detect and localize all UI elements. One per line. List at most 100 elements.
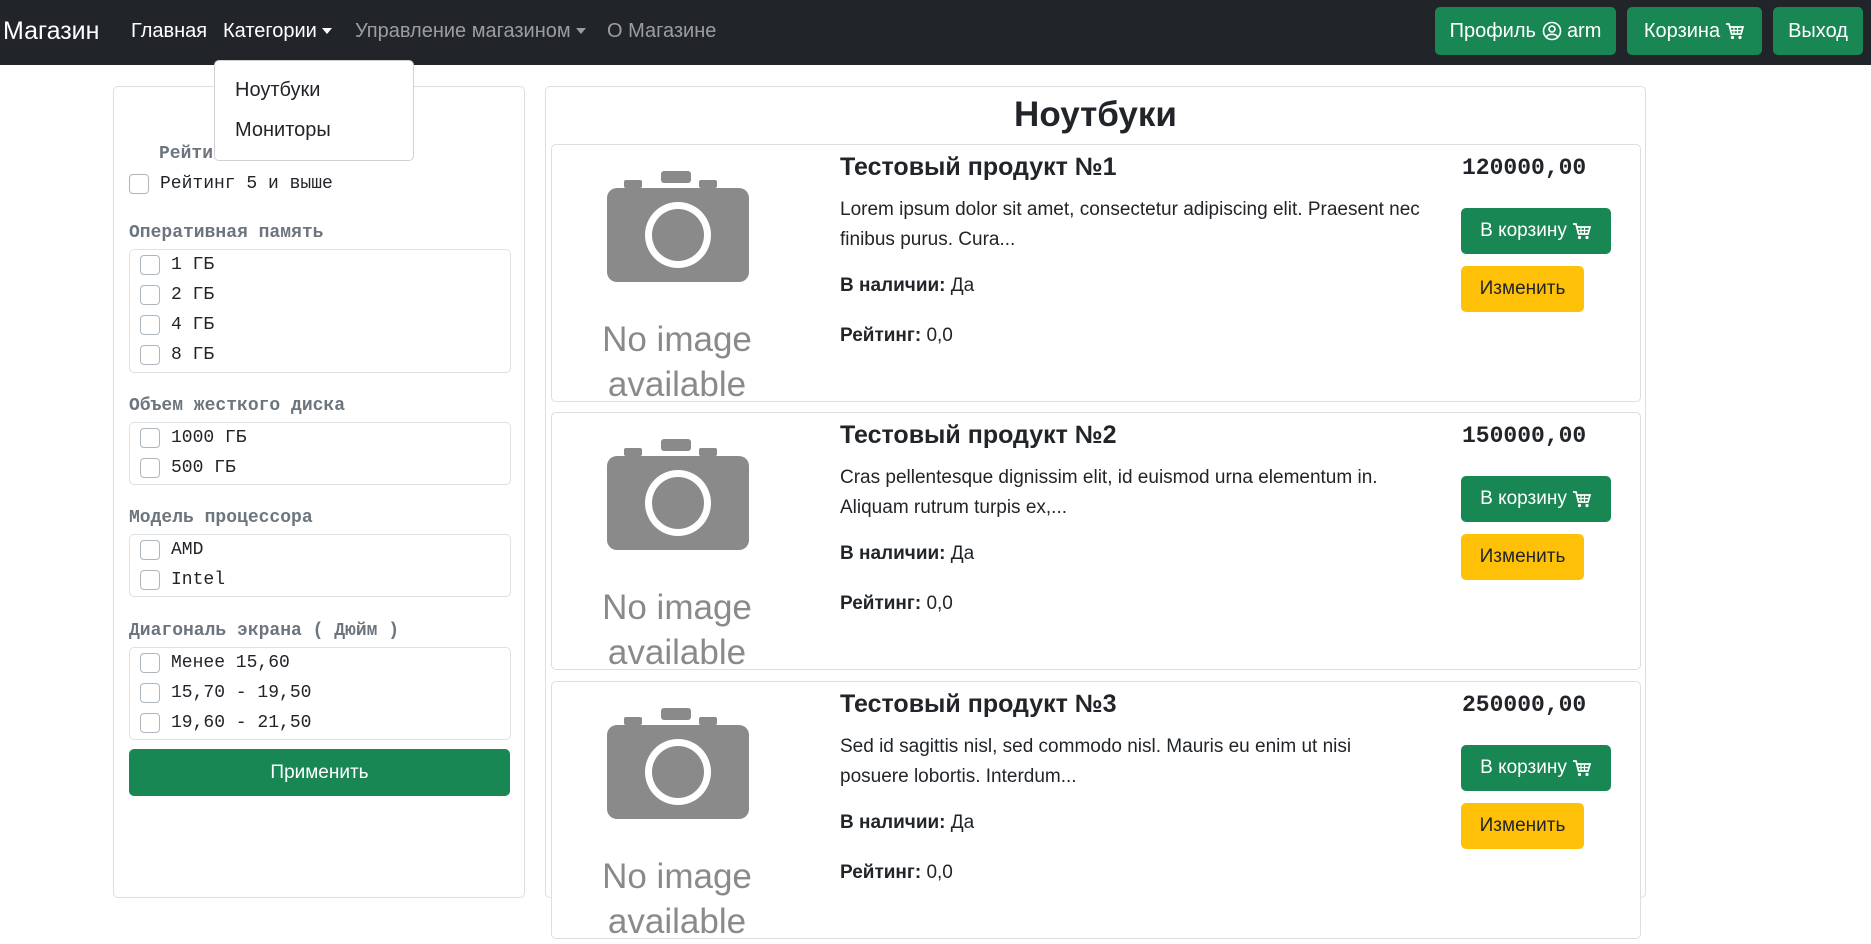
no-image-line1: No image — [602, 320, 752, 359]
filter-option-ram-8[interactable]: 8 ГБ — [140, 344, 214, 366]
nav-categories-label: Категории — [223, 20, 317, 42]
camera-icon — [607, 708, 749, 819]
camera-icon — [607, 171, 749, 282]
nav-dropdown-store-management[interactable]: Управление магазином — [355, 20, 586, 43]
checkbox[interactable] — [140, 285, 160, 305]
cart-icon — [1572, 491, 1591, 508]
filter-title-rating: Рейти — [159, 144, 214, 164]
user-circle-icon — [1542, 21, 1562, 41]
checkbox[interactable] — [140, 458, 160, 478]
filter-option-disk-1000[interactable]: 1000 ГБ — [140, 427, 247, 449]
product-availability: В наличии: Да — [840, 812, 974, 834]
nav-link-about[interactable]: О Магазине — [607, 20, 716, 43]
option-label: AMD — [171, 540, 204, 560]
filter-option-ram-4[interactable]: 4 ГБ — [140, 314, 214, 336]
filter-option-screen-1[interactable]: Менее 15,60 — [140, 652, 290, 674]
filter-option-cpu-intel[interactable]: Intel — [140, 569, 225, 591]
brand-logo[interactable]: Магазин — [3, 17, 99, 46]
product-availability: В наличии: Да — [840, 275, 974, 297]
filter-title-screen: Диагональ экрана ( Дюйм ) — [129, 621, 400, 641]
option-label: 1000 ГБ — [171, 428, 247, 448]
checkbox[interactable] — [140, 570, 160, 590]
add-to-cart-button[interactable]: В корзину — [1461, 208, 1611, 254]
filter-option-screen-2[interactable]: 15,70 - 19,50 — [140, 682, 311, 704]
checkbox[interactable] — [140, 315, 160, 335]
product-image-placeholder: No image available — [602, 435, 752, 672]
add-to-cart-button[interactable]: В корзину — [1461, 476, 1611, 522]
checkbox[interactable] — [140, 540, 160, 560]
edit-product-button[interactable]: Изменить — [1461, 266, 1584, 312]
no-image-text: No image available — [602, 854, 752, 944]
no-image-line2: available — [607, 902, 747, 941]
checkbox[interactable] — [140, 713, 160, 733]
profile-button[interactable]: Профиль arm — [1435, 7, 1616, 55]
product-name[interactable]: Тестовый продукт №1 — [840, 153, 1117, 182]
checkbox[interactable] — [140, 345, 160, 365]
edit-product-button[interactable]: Изменить — [1461, 803, 1584, 849]
availability-label: В наличии: — [840, 812, 946, 833]
filter-option-ram-2[interactable]: 2 ГБ — [140, 284, 214, 306]
option-label: 4 ГБ — [171, 315, 215, 335]
nav-link-home[interactable]: Главная — [131, 20, 207, 43]
no-image-text: No image available — [602, 317, 752, 407]
option-label: 1 ГБ — [171, 255, 215, 275]
product-name[interactable]: Тестовый продукт №2 — [840, 421, 1117, 450]
option-label: 19,60 - 21,50 — [171, 713, 312, 733]
nav-dropdown-categories[interactable]: Категории — [223, 20, 332, 43]
edit-product-button[interactable]: Изменить — [1461, 534, 1584, 580]
product-description: Sed id sagittis nisl, sed commodo nisl. … — [840, 736, 1352, 787]
navbar: Магазин Главная Категории Управление маг… — [0, 0, 1871, 65]
product-price: 120000,00 — [1462, 155, 1587, 181]
filter-box-cpu: AMD Intel — [129, 534, 511, 597]
filter-option-ram-1[interactable]: 1 ГБ — [140, 254, 214, 276]
product-description: Cras pellentesque dignissim elit, id eui… — [840, 467, 1378, 518]
option-label: 2 ГБ — [171, 285, 215, 305]
dropdown-item-laptops[interactable]: Ноутбуки — [235, 79, 320, 102]
option-label: Менее 15,60 — [171, 653, 290, 673]
apply-filters-button[interactable]: Применить — [129, 749, 510, 796]
add-to-cart-button[interactable]: В корзину — [1461, 745, 1611, 791]
dropdown-item-monitors[interactable]: Мониторы — [235, 119, 331, 142]
checkbox[interactable] — [140, 428, 160, 448]
filter-option-cpu-amd[interactable]: AMD — [140, 539, 203, 561]
caret-down-icon — [321, 28, 332, 34]
rating-label: Рейтинг: — [840, 325, 922, 346]
product-price: 250000,00 — [1462, 692, 1587, 718]
option-label: Intel — [171, 570, 226, 590]
filter-title-disk: Объем жесткого диска — [129, 396, 346, 416]
product-description: Lorem ipsum dolor sit amet, consectetur … — [840, 199, 1420, 250]
no-image-line1: No image — [602, 857, 752, 896]
filter-option-disk-500[interactable]: 500 ГБ — [140, 457, 236, 479]
checkbox[interactable] — [140, 683, 160, 703]
product-name[interactable]: Тестовый продукт №3 — [840, 690, 1117, 719]
checkbox[interactable] — [140, 255, 160, 275]
product-image-placeholder: No image available — [602, 167, 752, 404]
filter-option-rating-5[interactable]: Рейтинг 5 и выше — [129, 173, 333, 195]
rating-label: Рейтинг: — [840, 593, 922, 614]
filter-box-ram: 1 ГБ 2 ГБ 4 ГБ 8 ГБ — [129, 249, 511, 373]
page-title: Ноутбуки — [1014, 95, 1177, 134]
product-list-panel: Ноутбуки No image available Тестовый прод… — [545, 86, 1646, 941]
checkbox[interactable] — [140, 653, 160, 673]
logout-button[interactable]: Выход — [1773, 7, 1863, 55]
product-availability: В наличии: Да — [840, 543, 974, 565]
categories-dropdown-menu: Ноутбуки Мониторы — [214, 60, 414, 161]
cart-button[interactable]: Корзина — [1627, 7, 1762, 55]
cart-icon — [1572, 760, 1591, 777]
filter-option-screen-3[interactable]: 19,60 - 21,50 — [140, 712, 311, 734]
filter-title-cpu: Модель процессора — [129, 508, 313, 528]
availability-value: Да — [950, 275, 975, 296]
no-image-line1: No image — [602, 588, 752, 627]
add-to-cart-label: В корзину — [1480, 488, 1567, 509]
product-card: No image available Тестовый продукт №3 Se… — [551, 681, 1641, 941]
product-rating: Рейтинг: 0,0 — [840, 593, 953, 615]
cart-label: Корзина — [1643, 19, 1721, 42]
filter-box-disk: 1000 ГБ 500 ГБ — [129, 422, 511, 485]
checkbox[interactable] — [129, 174, 149, 194]
filter-sidebar: Рейти Рейтинг 5 и выше Оперативная памят… — [113, 86, 525, 898]
product-price: 150000,00 — [1462, 423, 1587, 449]
profile-label: Профиль — [1449, 19, 1536, 42]
option-label: Рейтинг 5 и выше — [160, 174, 333, 194]
availability-value: Да — [950, 812, 975, 833]
option-label: 15,70 - 19,50 — [171, 683, 312, 703]
